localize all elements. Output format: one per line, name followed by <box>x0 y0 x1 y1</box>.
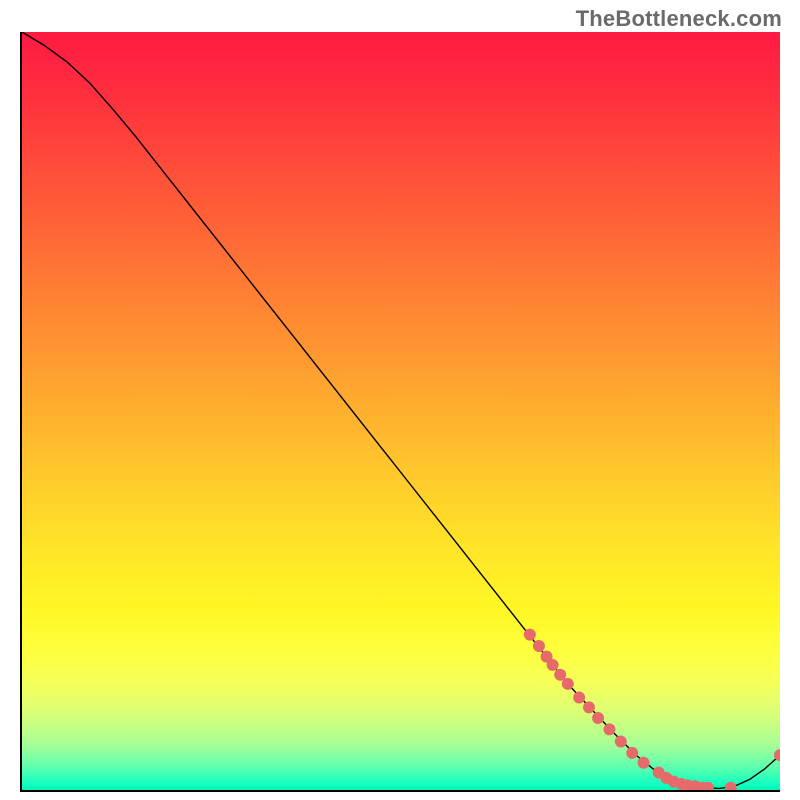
curve-marker <box>524 629 536 641</box>
curve-marker <box>638 757 650 769</box>
curve-marker <box>603 723 615 735</box>
curve-marker <box>615 736 627 748</box>
bottleneck-curve <box>22 32 780 788</box>
curve-marker <box>547 659 559 671</box>
curve-marker <box>562 678 574 690</box>
curve-marker <box>573 692 585 704</box>
chart-svg <box>22 32 780 790</box>
curve-marker <box>583 701 595 713</box>
curve-marker <box>626 747 638 759</box>
curve-marker <box>725 782 737 792</box>
watermark-text: TheBottleneck.com <box>576 6 782 32</box>
curve-marker <box>533 640 545 652</box>
curve-marker <box>592 712 604 724</box>
chart-plot-area <box>20 32 780 792</box>
